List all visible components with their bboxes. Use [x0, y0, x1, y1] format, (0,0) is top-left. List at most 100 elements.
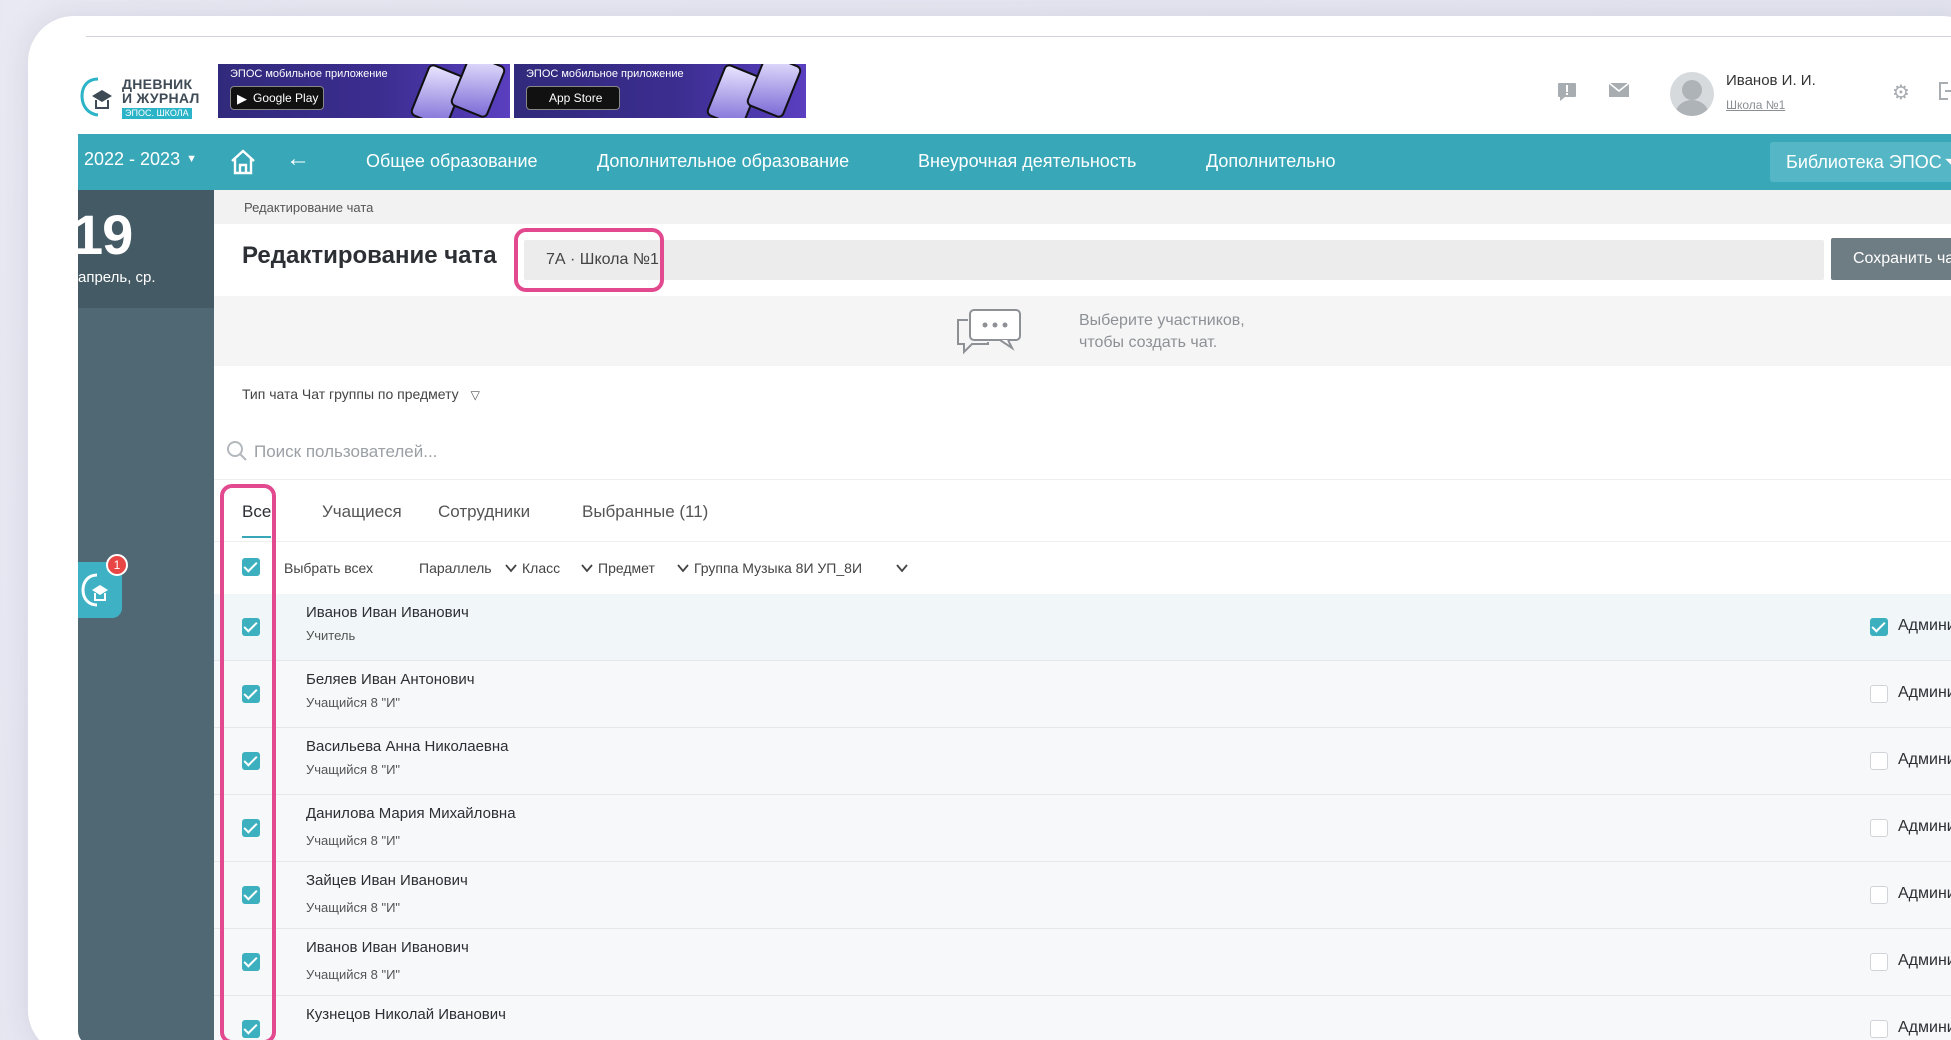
app-store-banner[interactable]: ЭПОС мобильное приложение App Store	[514, 64, 806, 118]
tab-selected[interactable]: Выбранные (11)	[582, 502, 708, 536]
table-row[interactable]: Зайцев Иван Иванович Учащийся 8 "И" Адми…	[214, 862, 1951, 929]
user-name[interactable]: Иванов И. И.	[1726, 72, 1816, 89]
user-tabs: Все Учащиеся Сотрудники Выбранные (11)	[214, 480, 1951, 542]
hint-line-1: Выберите участников,	[1079, 312, 1245, 329]
tab-all[interactable]: Все	[242, 502, 272, 538]
chat-name-value: 7А · Школа №1	[546, 251, 659, 268]
app-screen: ДНЕВНИК И ЖУРНАЛ ЭПОС. ШКОЛА ЭПОС мобиль…	[78, 62, 1951, 1040]
google-play-button[interactable]: ▶ Google Play	[230, 86, 324, 110]
admin-label: Администратор	[1898, 952, 1951, 969]
library-label: Библиотека ЭПОС	[1786, 152, 1942, 172]
notice-icon[interactable]	[1554, 80, 1580, 106]
user-avatar[interactable]	[1670, 72, 1714, 116]
user-checkbox[interactable]	[242, 819, 260, 837]
title-row: Редактирование чата 7А · Школа №1 Сохран…	[214, 224, 1951, 296]
home-icon[interactable]	[228, 147, 258, 177]
user-name: Данилова Мария Михайловна	[306, 805, 516, 822]
user-role: Учащийся 8 "И"	[306, 967, 401, 982]
admin-checkbox[interactable]	[1870, 618, 1888, 636]
chevron-down-icon[interactable]	[895, 561, 909, 575]
app-logo[interactable]: ДНЕВНИК И ЖУРНАЛ ЭПОС. ШКОЛА	[78, 70, 210, 122]
admin-label: Администратор	[1898, 818, 1951, 835]
nav-general-education[interactable]: Общее образование	[366, 151, 538, 172]
page-title: Редактирование чата	[242, 242, 497, 269]
chat-type-selector[interactable]: Тип чата Чат группы по предмету ▽	[242, 386, 480, 402]
user-checkbox[interactable]	[242, 1020, 260, 1038]
user-checkbox[interactable]	[242, 685, 260, 703]
user-role: Учащийся 8 "И"	[306, 900, 401, 915]
library-button[interactable]: Библиотека ЭПОС ◥	[1770, 142, 1951, 182]
tab-students[interactable]: Учащиеся	[322, 502, 402, 536]
user-name: Васильева Анна Николаевна	[306, 738, 509, 755]
user-checkbox[interactable]	[242, 953, 260, 971]
user-checkbox[interactable]	[242, 886, 260, 904]
chat-name-field[interactable]: 7А · Школа №1	[524, 240, 1824, 280]
table-row[interactable]: Иванов Иван Иванович Учащийся 8 "И" Адми…	[214, 929, 1951, 996]
table-row[interactable]: Иванов Иван Иванович Учитель Администрат…	[214, 594, 1951, 661]
assistant-button[interactable]: 1	[78, 554, 128, 618]
user-name: Кузнецов Николай Иванович	[306, 1006, 506, 1023]
main-navbar: 2022 - 2023 ▼ ← Общее образование Дополни…	[78, 134, 1951, 190]
banner-title: ЭПОС мобильное приложение	[230, 68, 388, 80]
select-all-checkbox[interactable]	[242, 558, 260, 576]
admin-checkbox[interactable]	[1870, 685, 1888, 703]
breadcrumb: Редактирование чата	[214, 190, 1951, 224]
user-name: Иванов Иван Иванович	[306, 604, 469, 621]
store-label: App Store	[549, 91, 603, 105]
notification-badge: 1	[106, 554, 128, 576]
save-chat-button[interactable]: Сохранить чат	[1831, 238, 1951, 280]
search-input[interactable]	[254, 438, 1154, 466]
admin-checkbox[interactable]	[1870, 886, 1888, 904]
user-name: Зайцев Иван Иванович	[306, 872, 468, 889]
date-month: апрель, ср.	[78, 269, 156, 286]
group-filter[interactable]: Группа Музыка 8И УП_8И	[694, 560, 862, 576]
table-row[interactable]: Кузнецов Николай Иванович Администратор	[214, 996, 1951, 1040]
user-checkbox[interactable]	[242, 618, 260, 636]
nav-extracurricular[interactable]: Внеурочная деятельность	[918, 151, 1136, 172]
nav-additional-education[interactable]: Дополнительное образование	[597, 151, 849, 172]
assistant-icon	[81, 573, 108, 607]
table-row[interactable]: Данилова Мария Михайловна Учащийся 8 "И"…	[214, 795, 1951, 862]
breadcrumb-item[interactable]: Редактирование чата	[244, 200, 373, 215]
logo-title: ДНЕВНИК И ЖУРНАЛ	[122, 77, 200, 105]
logo-subtitle: ЭПОС. ШКОЛА	[122, 108, 192, 119]
admin-label: Администратор	[1898, 684, 1951, 701]
nav-more[interactable]: Дополнительно	[1206, 151, 1336, 172]
select-all-label[interactable]: Выбрать всех	[284, 560, 373, 576]
tab-staff[interactable]: Сотрудники	[438, 502, 530, 536]
back-arrow-icon[interactable]: ←	[286, 145, 310, 173]
year-selector[interactable]: 2022 - 2023 ▼	[84, 149, 197, 170]
chevron-down-icon[interactable]	[676, 561, 690, 575]
gear-icon[interactable]: ⚙	[1888, 80, 1914, 106]
user-role: Учащийся 8 "И"	[306, 762, 401, 777]
store-label: Google Play	[253, 91, 319, 105]
logo-line-1: ДНЕВНИК	[122, 76, 193, 92]
chevron-down-icon[interactable]	[580, 561, 594, 575]
chevron-down-icon[interactable]	[504, 561, 518, 575]
admin-checkbox[interactable]	[1870, 819, 1888, 837]
table-row[interactable]: Васильева Анна Николаевна Учащийся 8 "И"…	[214, 728, 1951, 795]
mail-icon[interactable]	[1606, 80, 1632, 106]
chat-bubbles-icon	[957, 309, 1021, 355]
google-play-banner[interactable]: ЭПОС мобильное приложение ▶ Google Play	[218, 64, 510, 118]
user-school-link[interactable]: Школа №1	[1726, 98, 1785, 112]
admin-label: Администратор	[1898, 617, 1951, 634]
admin-checkbox[interactable]	[1870, 752, 1888, 770]
parallel-filter[interactable]: Параллель	[419, 560, 492, 576]
app-store-button[interactable]: App Store	[526, 86, 620, 110]
admin-checkbox[interactable]	[1870, 1020, 1888, 1038]
hint-line-2: чтобы создать чат.	[1079, 334, 1218, 351]
logout-icon[interactable]	[1934, 80, 1951, 106]
user-role: Учащийся 8 "И"	[306, 833, 401, 848]
date-widget[interactable]: 19 апрель, ср.	[78, 190, 214, 308]
user-role: Учащийся 8 "И"	[306, 695, 401, 710]
chat-type-label: Тип чата Чат группы по предмету	[242, 386, 459, 402]
phone-illustration	[744, 64, 804, 118]
left-rail: 19 апрель, ср. 1	[78, 190, 214, 1040]
table-row[interactable]: Беляев Иван Антонович Учащийся 8 "И" Адм…	[214, 661, 1951, 728]
admin-checkbox[interactable]	[1870, 953, 1888, 971]
class-filter[interactable]: Класс	[522, 560, 560, 576]
subject-filter[interactable]: Предмет	[598, 560, 655, 576]
user-checkbox[interactable]	[242, 752, 260, 770]
caret-down-icon: ▼	[186, 153, 197, 165]
